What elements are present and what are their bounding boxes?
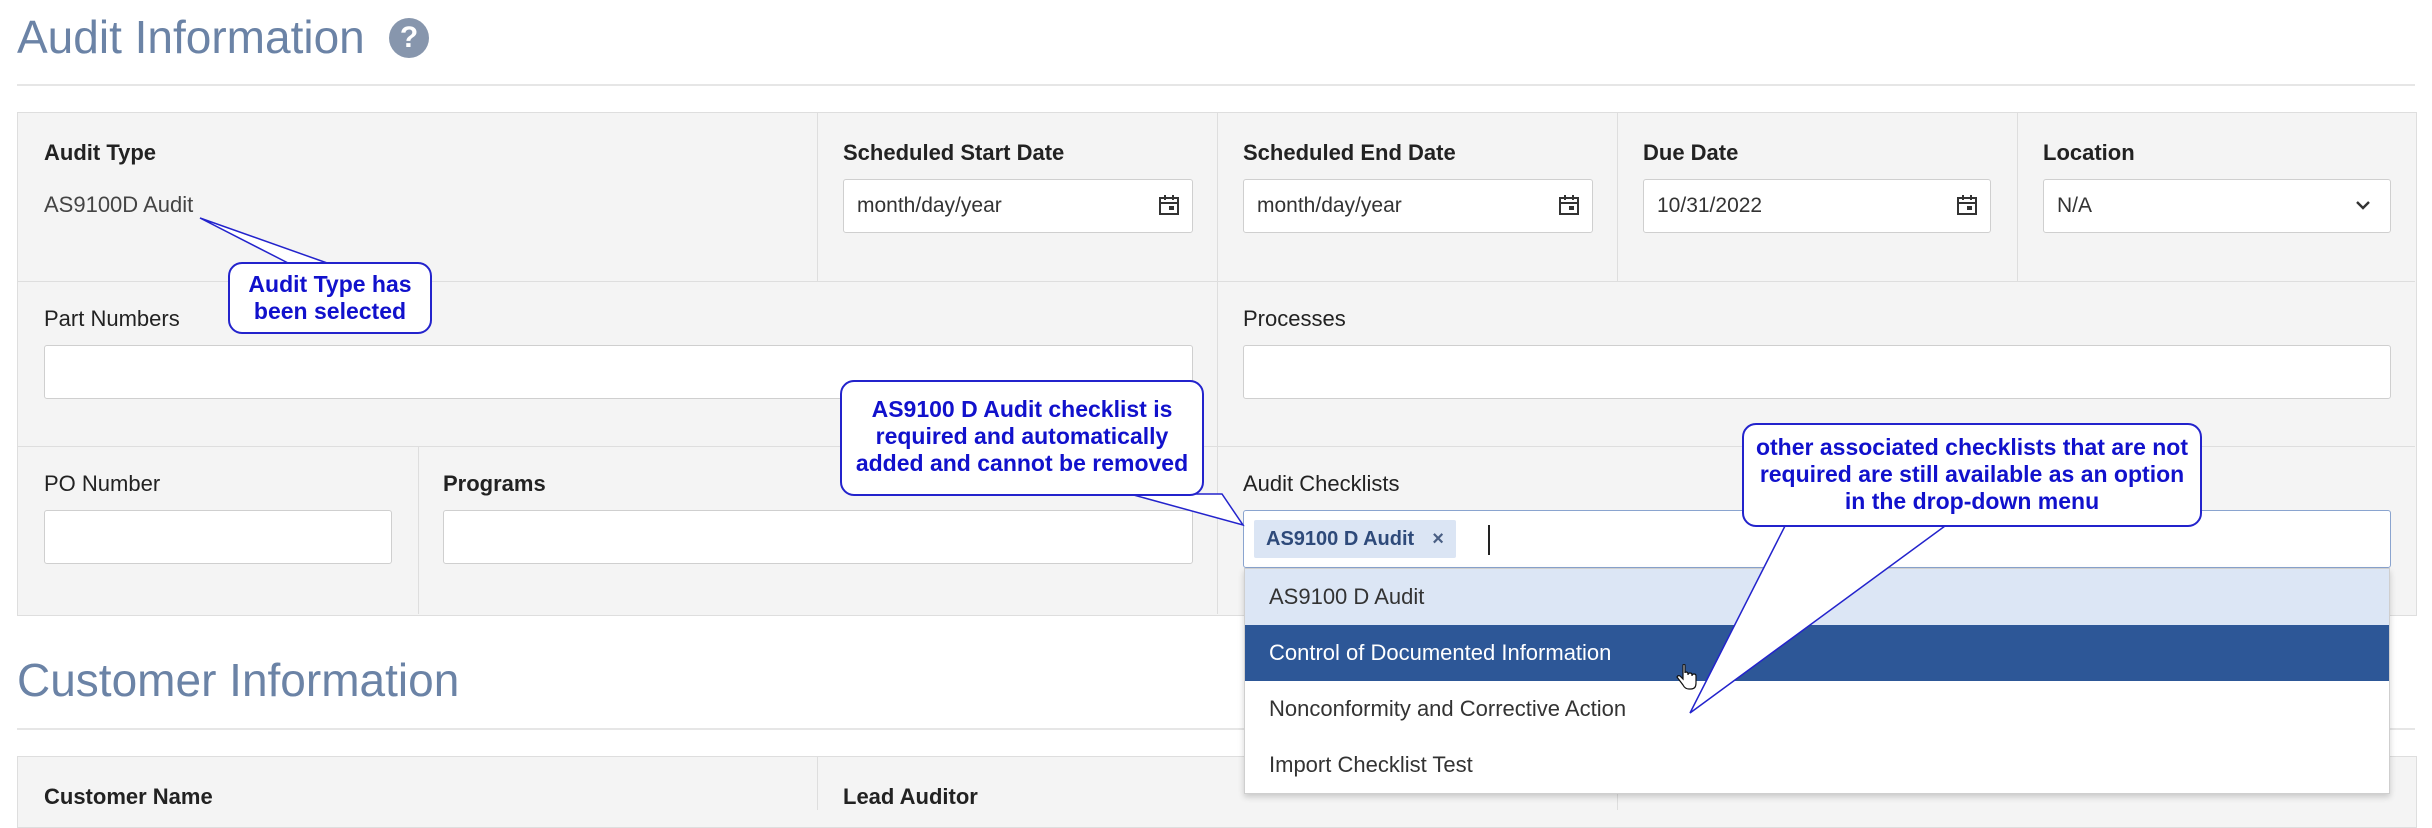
callout-line: other associated checklists that are not bbox=[1755, 434, 2189, 460]
other-checklists-callout: other associated checklists that are not… bbox=[1742, 423, 2202, 527]
callout-pointer bbox=[199, 217, 331, 265]
required-checklist-callout: AS9100 D Audit checklist is required and… bbox=[840, 380, 1204, 496]
callout-pointer bbox=[1689, 525, 1948, 714]
hand-cursor-icon bbox=[1676, 664, 1697, 690]
callout-pointers bbox=[199, 217, 1948, 714]
callout-line: in the drop-down menu bbox=[1844, 488, 2100, 514]
callout-line: required are still available as an optio… bbox=[1759, 461, 2185, 487]
callout-pointer bbox=[1129, 493, 1245, 527]
callout-line: added and cannot be removed bbox=[855, 450, 1189, 476]
callout-line: Audit Type has bbox=[248, 271, 412, 297]
callout-line: been selected bbox=[253, 298, 407, 324]
callout-line: required and automatically bbox=[875, 423, 1169, 449]
audit-type-callout: Audit Type has been selected bbox=[228, 262, 432, 334]
callout-line: AS9100 D Audit checklist is bbox=[871, 396, 1173, 422]
